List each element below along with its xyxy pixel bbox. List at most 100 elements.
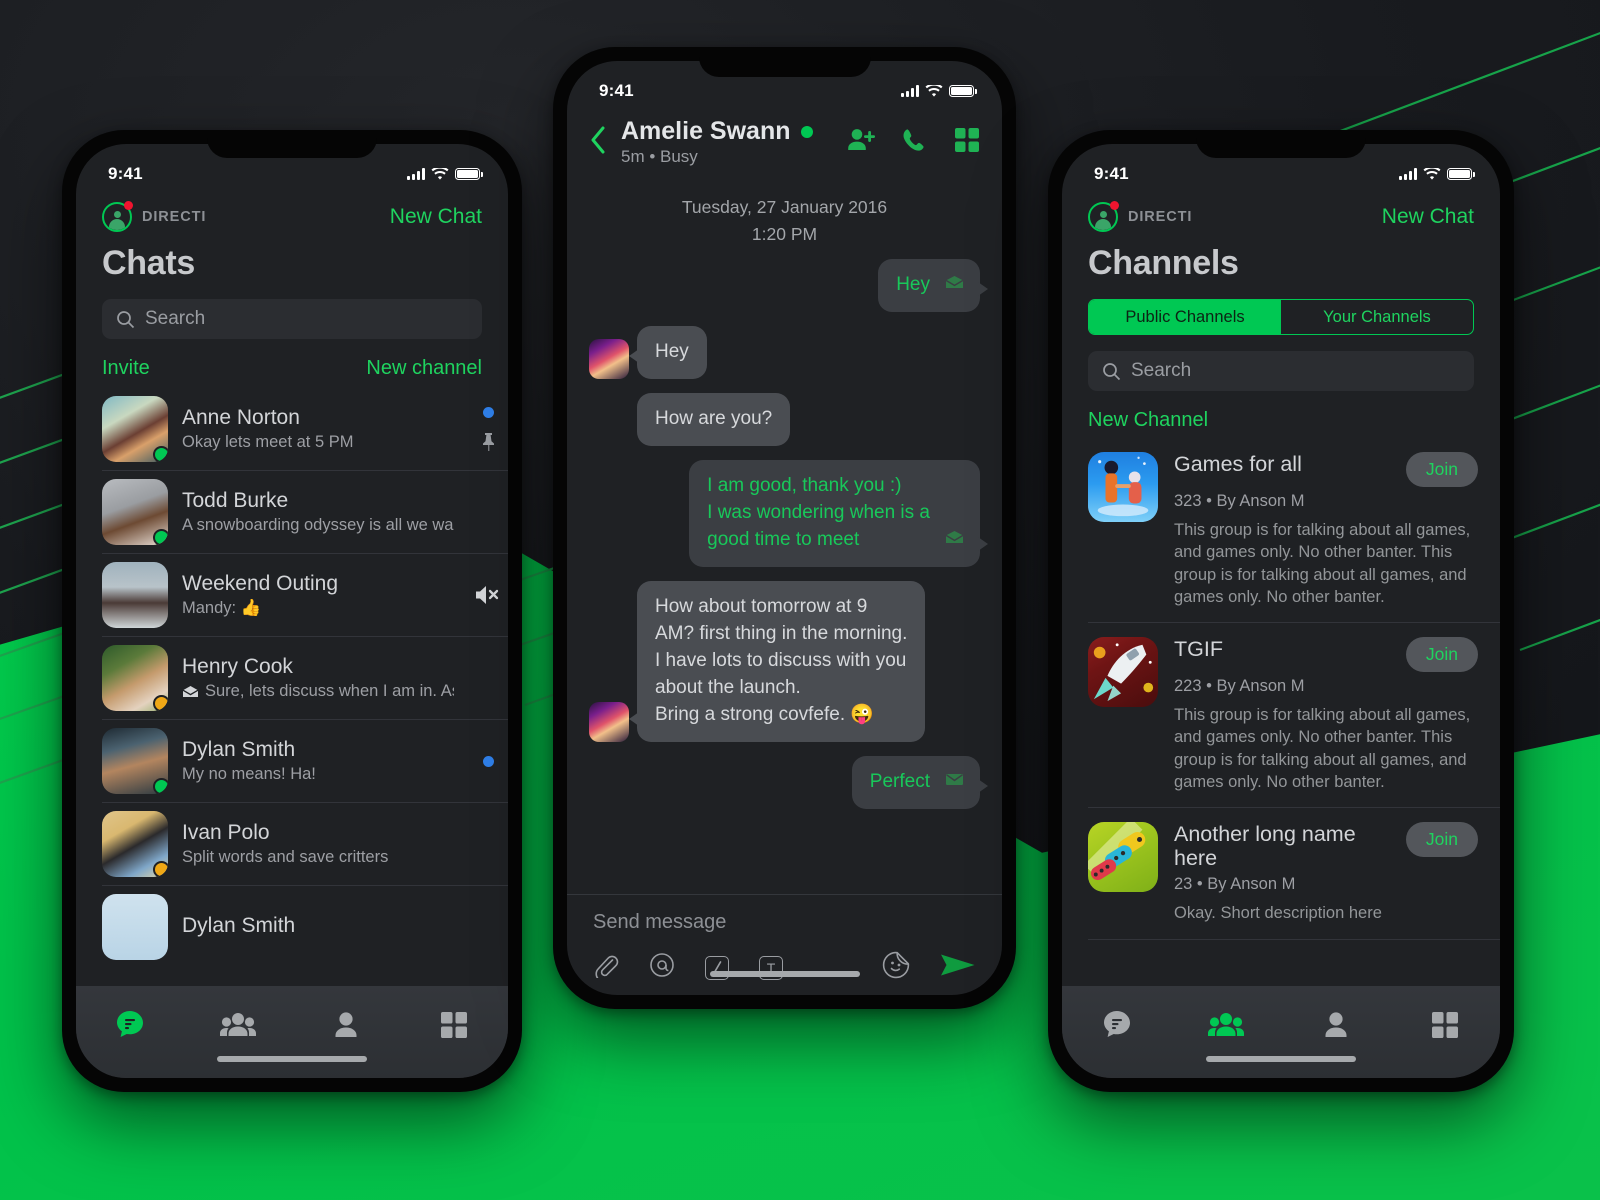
- chat-item-name: Todd Burke: [182, 489, 289, 512]
- message-composer[interactable]: Send message T: [567, 894, 1002, 995]
- sticker-button[interactable]: [882, 951, 910, 984]
- cellular-signal-icon: [901, 85, 919, 97]
- chat-list-item[interactable]: Henry Cook Sure, lets discuss when I am i…: [102, 636, 508, 719]
- join-channel-button[interactable]: Join: [1405, 822, 1478, 858]
- avatar-image: [102, 894, 168, 960]
- message-incoming: How about tomorrow at 9 AM? first thing i…: [589, 580, 980, 742]
- add-person-button[interactable]: [846, 128, 876, 157]
- channel-list-item[interactable]: Another long name here Join 23 • By Anson …: [1088, 807, 1500, 940]
- chat-item-body: Ivan Polo Split words and save critters: [182, 821, 468, 867]
- mention-button[interactable]: [649, 952, 675, 983]
- chat-item-body: Dylan Smith My no means! Ha!: [182, 738, 468, 784]
- message-outgoing: Perfect: [589, 755, 989, 809]
- conversation-title-block: Amelie Swann 5m • Busy: [621, 117, 836, 167]
- channel-list[interactable]: Games for all Join 323 • By Anson M This gr…: [1062, 438, 1500, 986]
- grid-icon: [441, 1012, 467, 1038]
- chat-item-body: Henry Cook Sure, lets discuss when I am i…: [182, 655, 468, 701]
- search-input[interactable]: Search: [1088, 351, 1474, 391]
- page-title: Channels: [1088, 244, 1239, 282]
- channel-list-item[interactable]: TGIF Join 223 • By Anson M This group is fo…: [1088, 622, 1500, 807]
- message-list: Hey Hey How are you? I am good, thank you :…: [589, 259, 989, 809]
- tab-your-channels[interactable]: Your Channels: [1281, 300, 1473, 334]
- group-people-icon: [220, 1013, 256, 1036]
- mute-speaker-icon: [476, 586, 499, 604]
- new-channel-button[interactable]: New Channel: [1062, 391, 1500, 438]
- status-bar: 9:41: [567, 61, 1002, 113]
- call-button[interactable]: [902, 127, 928, 158]
- chat-list[interactable]: Anne Norton Okay lets meet at 5 PM Todd Bu…: [76, 388, 508, 986]
- message-bubble[interactable]: Hey: [629, 325, 707, 379]
- chat-item-preview: A snowboarding odyssey is all we want.: [182, 516, 454, 534]
- app-header: DIRECTI New Chat: [1062, 196, 1500, 232]
- chat-list-item[interactable]: Dylan Smith: [102, 885, 508, 968]
- new-chat-button[interactable]: New Chat: [1382, 205, 1474, 229]
- presence-indicator: [153, 446, 168, 462]
- presence-indicator: [153, 695, 168, 711]
- search-input[interactable]: Search: [102, 299, 482, 339]
- tab-chats[interactable]: [100, 1002, 160, 1048]
- directi-logo-icon: [102, 201, 133, 232]
- chat-bubble-icon: [117, 1011, 143, 1037]
- channel-meta: 23 • By Anson M: [1174, 875, 1296, 894]
- status-icons: [407, 167, 483, 181]
- chat-item-preview: My no means! Ha!: [182, 765, 316, 783]
- message-input-placeholder: Send message: [593, 911, 727, 933]
- message-bubble[interactable]: How about tomorrow at 9 AM? first thing i…: [628, 580, 926, 742]
- sticker-smiley-icon: [882, 951, 910, 979]
- screen-conversation: 9:41 Amelie Swann 5m • Busy Tuesday, 27 …: [567, 61, 1002, 995]
- avatar-spacer: [589, 406, 629, 446]
- channel-scope-segment[interactable]: Public Channels Your Channels: [1088, 299, 1474, 335]
- channel-item-header: Games for all Join: [1174, 452, 1478, 487]
- tab-bar: [1062, 986, 1500, 1078]
- message-bubble[interactable]: How are you?: [637, 392, 791, 446]
- avatar: [102, 562, 168, 628]
- tab-public-channels[interactable]: Public Channels: [1089, 300, 1281, 334]
- join-channel-button[interactable]: Join: [1405, 637, 1478, 673]
- chat-list-item[interactable]: Anne Norton Okay lets meet at 5 PM: [102, 388, 508, 470]
- time-divider: 1:20 PM: [751, 224, 818, 244]
- apps-button[interactable]: [954, 127, 980, 158]
- channel-name: Games for all: [1174, 452, 1302, 476]
- message-bubble[interactable]: Perfect: [851, 755, 989, 809]
- attach-button[interactable]: [593, 952, 619, 983]
- tab-chats[interactable]: [1087, 1002, 1147, 1048]
- person-icon: [335, 1012, 357, 1037]
- tab-profile[interactable]: [1306, 1002, 1366, 1048]
- home-indicator: [217, 1056, 367, 1062]
- tab-apps[interactable]: [1415, 1002, 1475, 1048]
- brand: DIRECTI: [1088, 201, 1192, 232]
- tab-profile[interactable]: [316, 1002, 376, 1048]
- message-bubble[interactable]: Hey: [878, 259, 988, 312]
- message-outgoing: I am good, thank you :) I was wondering w…: [589, 459, 988, 567]
- message-outgoing: Hey: [589, 259, 988, 312]
- channel-item-header: Another long name here Join: [1174, 822, 1478, 870]
- chat-item-preview: Split words and save critters: [182, 848, 389, 866]
- chat-list-item[interactable]: Dylan Smith My no means! Ha!: [102, 719, 508, 802]
- back-button[interactable]: [585, 125, 611, 160]
- tab-apps[interactable]: [424, 1002, 484, 1048]
- envelope-closed-icon: [945, 768, 964, 795]
- chat-list-item[interactable]: Ivan Polo Split words and save critters: [102, 802, 508, 885]
- invite-button[interactable]: Invite: [102, 357, 150, 380]
- channel-description: Okay. Short description here: [1174, 904, 1382, 923]
- new-channel-button[interactable]: New channel: [366, 357, 482, 380]
- join-channel-button[interactable]: Join: [1405, 452, 1478, 487]
- avatar: [102, 894, 168, 960]
- new-chat-button[interactable]: New Chat: [390, 205, 482, 229]
- channel-list-item[interactable]: Games for all Join 323 • By Anson M This gr…: [1088, 438, 1500, 622]
- rocket-game-icon: [1088, 637, 1158, 708]
- phone-icon: [903, 128, 924, 151]
- tab-groups[interactable]: [1196, 1002, 1256, 1048]
- search-icon: [1103, 362, 1121, 380]
- message-avatar: [589, 701, 629, 742]
- message-bubble[interactable]: I am good, thank you :) I was wondering w…: [689, 459, 988, 567]
- message-thread[interactable]: Tuesday, 27 January 2016 1:20 PM Hey Hey H…: [567, 181, 1002, 894]
- message-incoming: How are you?: [589, 392, 980, 446]
- tab-groups[interactable]: [208, 1002, 268, 1048]
- send-button[interactable]: [940, 950, 976, 985]
- chat-list-item[interactable]: Todd Burke A snowboarding odyssey is all …: [102, 470, 508, 553]
- channel-item-header: TGIF Join: [1174, 637, 1478, 673]
- chat-list-item[interactable]: Weekend Outing Mandy: 👍: [102, 553, 508, 636]
- brand: DIRECTI: [102, 201, 206, 232]
- channel-item-body: TGIF Join 223 • By Anson M This group is fo…: [1174, 637, 1500, 793]
